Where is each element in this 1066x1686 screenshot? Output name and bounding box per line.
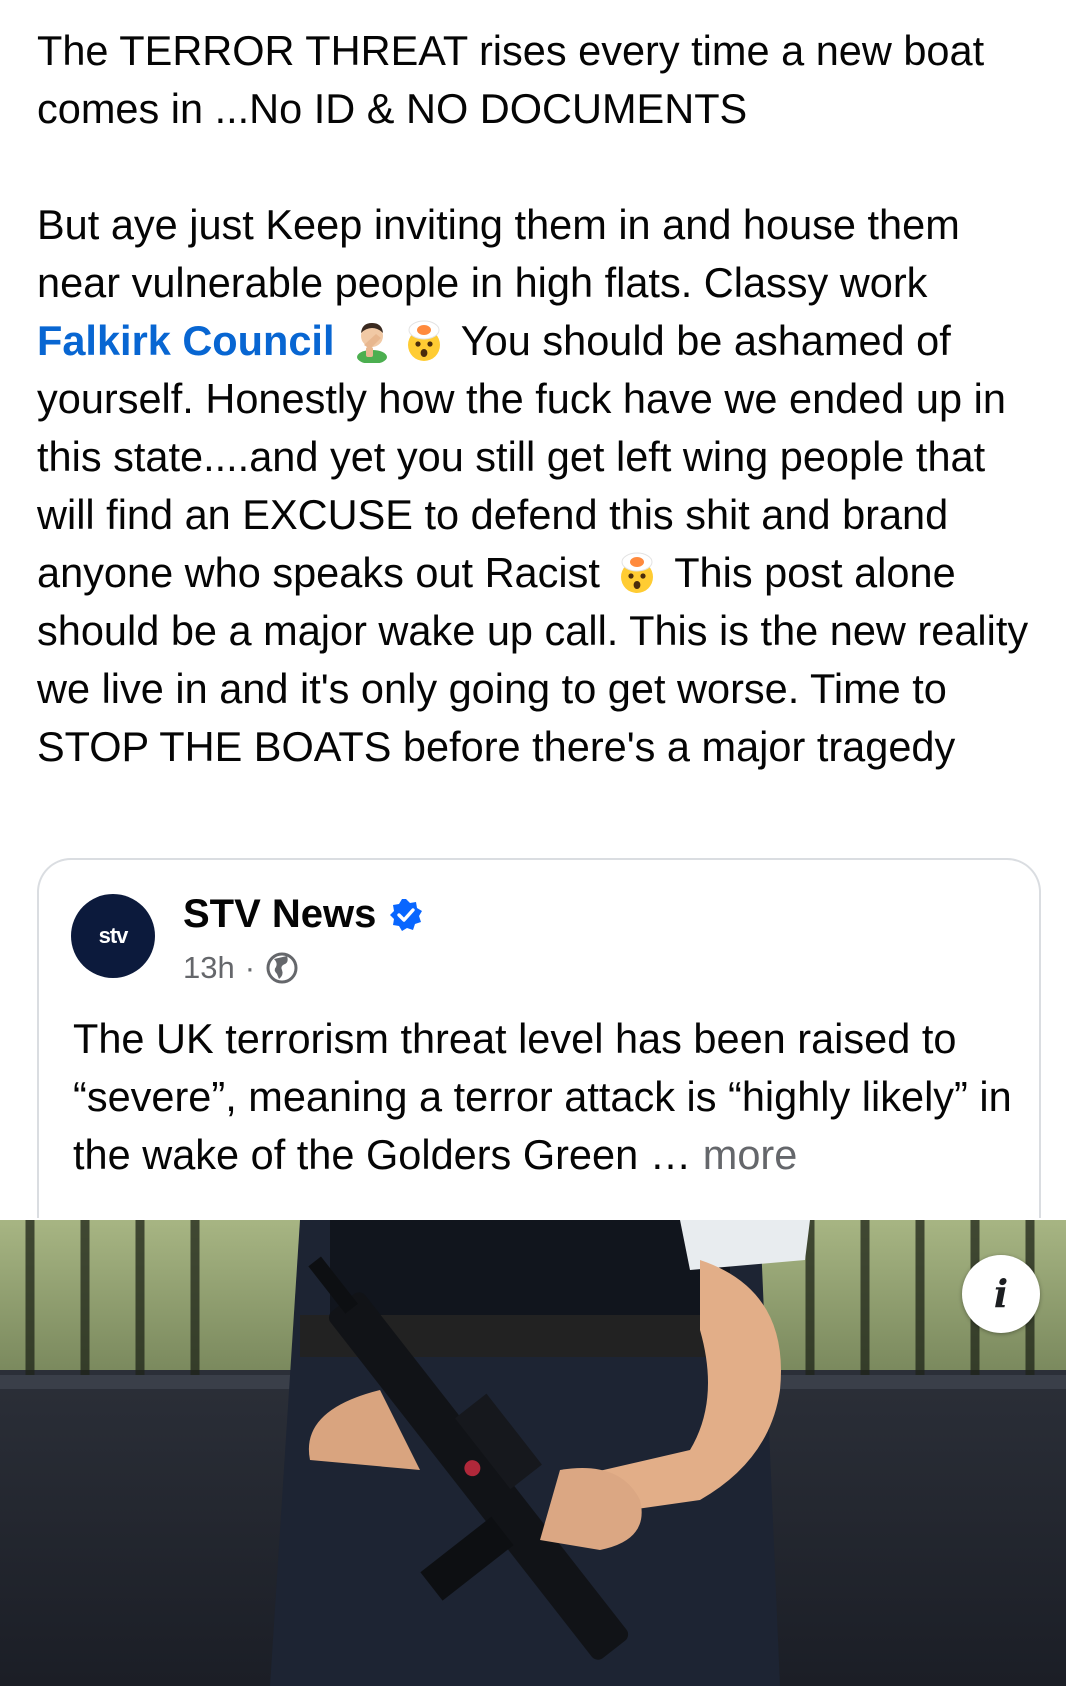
globe-icon	[265, 951, 299, 985]
post-paragraph-1: The TERROR THREAT rises every time a new…	[37, 27, 985, 132]
post-text-segment: But aye just Keep inviting them in and h…	[37, 201, 960, 306]
shared-page-name[interactable]: STV News	[183, 890, 424, 938]
mention-falkirk-council[interactable]: Falkirk Council	[37, 317, 335, 364]
info-icon: i	[993, 1271, 1009, 1316]
shared-post-card[interactable]: stv STV News 13h · The UK terrorism thre…	[37, 858, 1041, 1218]
post-paragraph-2: But aye just Keep inviting them in and h…	[37, 196, 1047, 776]
page-name-label: STV News	[183, 892, 377, 936]
shared-text-body: The UK terrorism threat level has been r…	[73, 1015, 1012, 1178]
exploding-head-icon	[615, 551, 659, 595]
avatar-logo-text: stv	[98, 923, 129, 948]
shared-post-meta: 13h ·	[183, 950, 299, 986]
see-more-link[interactable]: more	[703, 1131, 798, 1178]
shared-post-text: The UK terrorism threat level has been r…	[73, 1010, 1013, 1184]
verified-badge-icon	[388, 896, 424, 932]
post-photo[interactable]	[0, 1220, 1066, 1686]
exploding-head-icon	[402, 319, 446, 363]
man-facepalming-icon	[350, 319, 394, 363]
post-timestamp[interactable]: 13h	[183, 950, 235, 986]
post-body: The TERROR THREAT rises every time a new…	[37, 22, 1047, 776]
stv-news-avatar[interactable]: stv	[71, 894, 155, 978]
photo-info-button[interactable]: i	[962, 1255, 1040, 1333]
meta-separator: ·	[244, 950, 256, 985]
ellipsis: …	[649, 1131, 692, 1178]
